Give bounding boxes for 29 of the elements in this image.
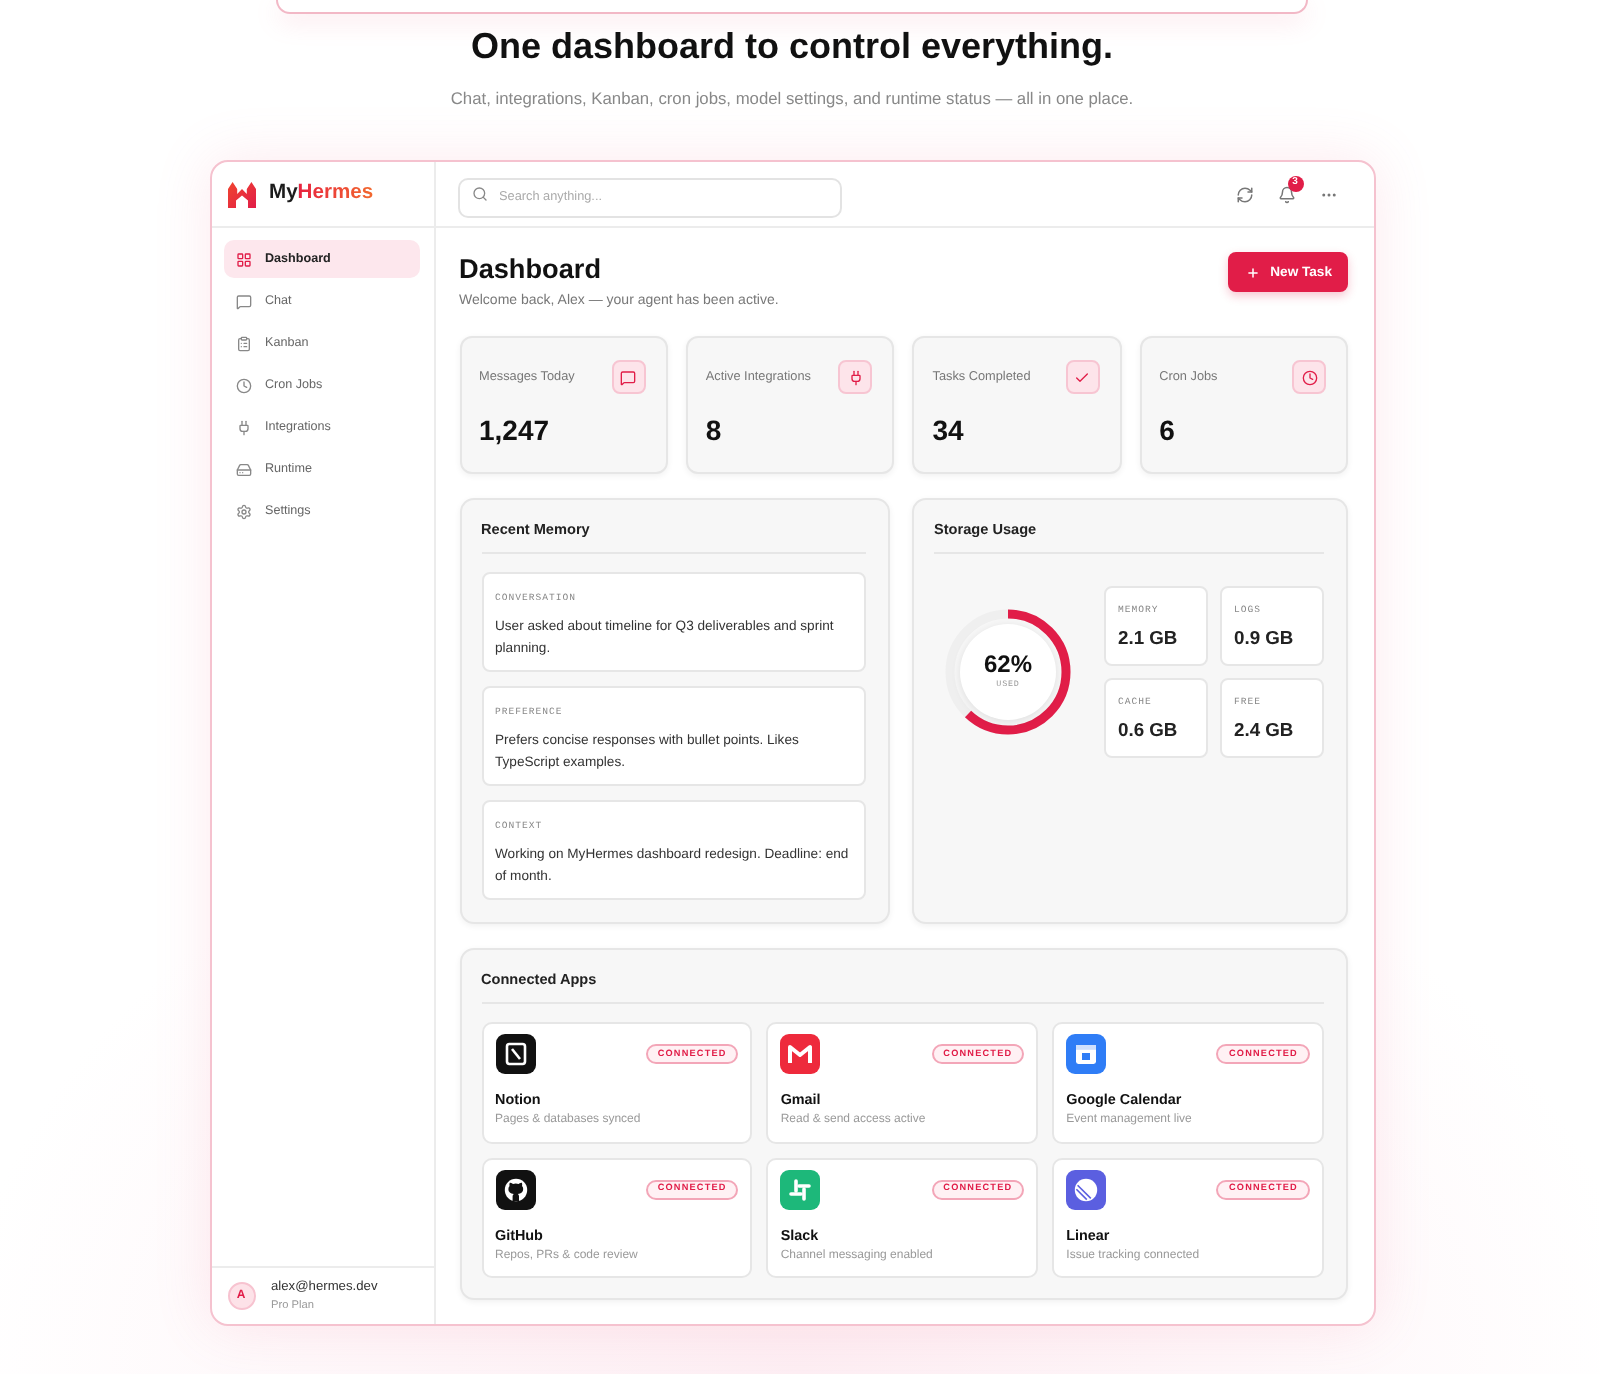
chat-bubble-icon [611, 360, 646, 394]
plug-icon [235, 419, 251, 435]
clock-icon [235, 377, 251, 393]
clock-icon [1292, 360, 1326, 394]
clipboard-icon [235, 335, 251, 351]
stat-value: 34 [932, 414, 966, 448]
hero-subtitle: Chat, integrations, Kanban, cron jobs, model settings, and runtime status — all in one place. [450, 86, 1134, 110]
stat-value: 8 [705, 414, 724, 448]
grid-icon [235, 251, 251, 267]
logo-icon [227, 181, 255, 207]
bell-icon[interactable] [1277, 185, 1295, 203]
settings-icon [235, 503, 251, 519]
storage-value: 2.4 GB [1234, 718, 1296, 742]
hero-title: One dashboard to control everything. [470, 24, 1114, 70]
check-icon [1065, 360, 1100, 394]
hard-drive-icon [235, 461, 251, 477]
plus-icon [1246, 265, 1261, 279]
plug-icon [838, 360, 873, 394]
refresh-icon[interactable] [1235, 185, 1253, 203]
logo-text: MyHermes [269, 182, 374, 206]
stat-value: 6 [1159, 414, 1177, 448]
stat-value: 1,247 [479, 414, 552, 448]
storage-value: 0.9 GB [1234, 626, 1296, 650]
usage-percent: 62% [983, 652, 1033, 678]
page-title: Dashboard [459, 252, 604, 286]
storage-value: 2.1 GB [1118, 626, 1180, 650]
storage-value: 0.6 GB [1118, 718, 1180, 742]
chat-bubble-icon [235, 293, 251, 309]
search-icon [471, 186, 487, 202]
